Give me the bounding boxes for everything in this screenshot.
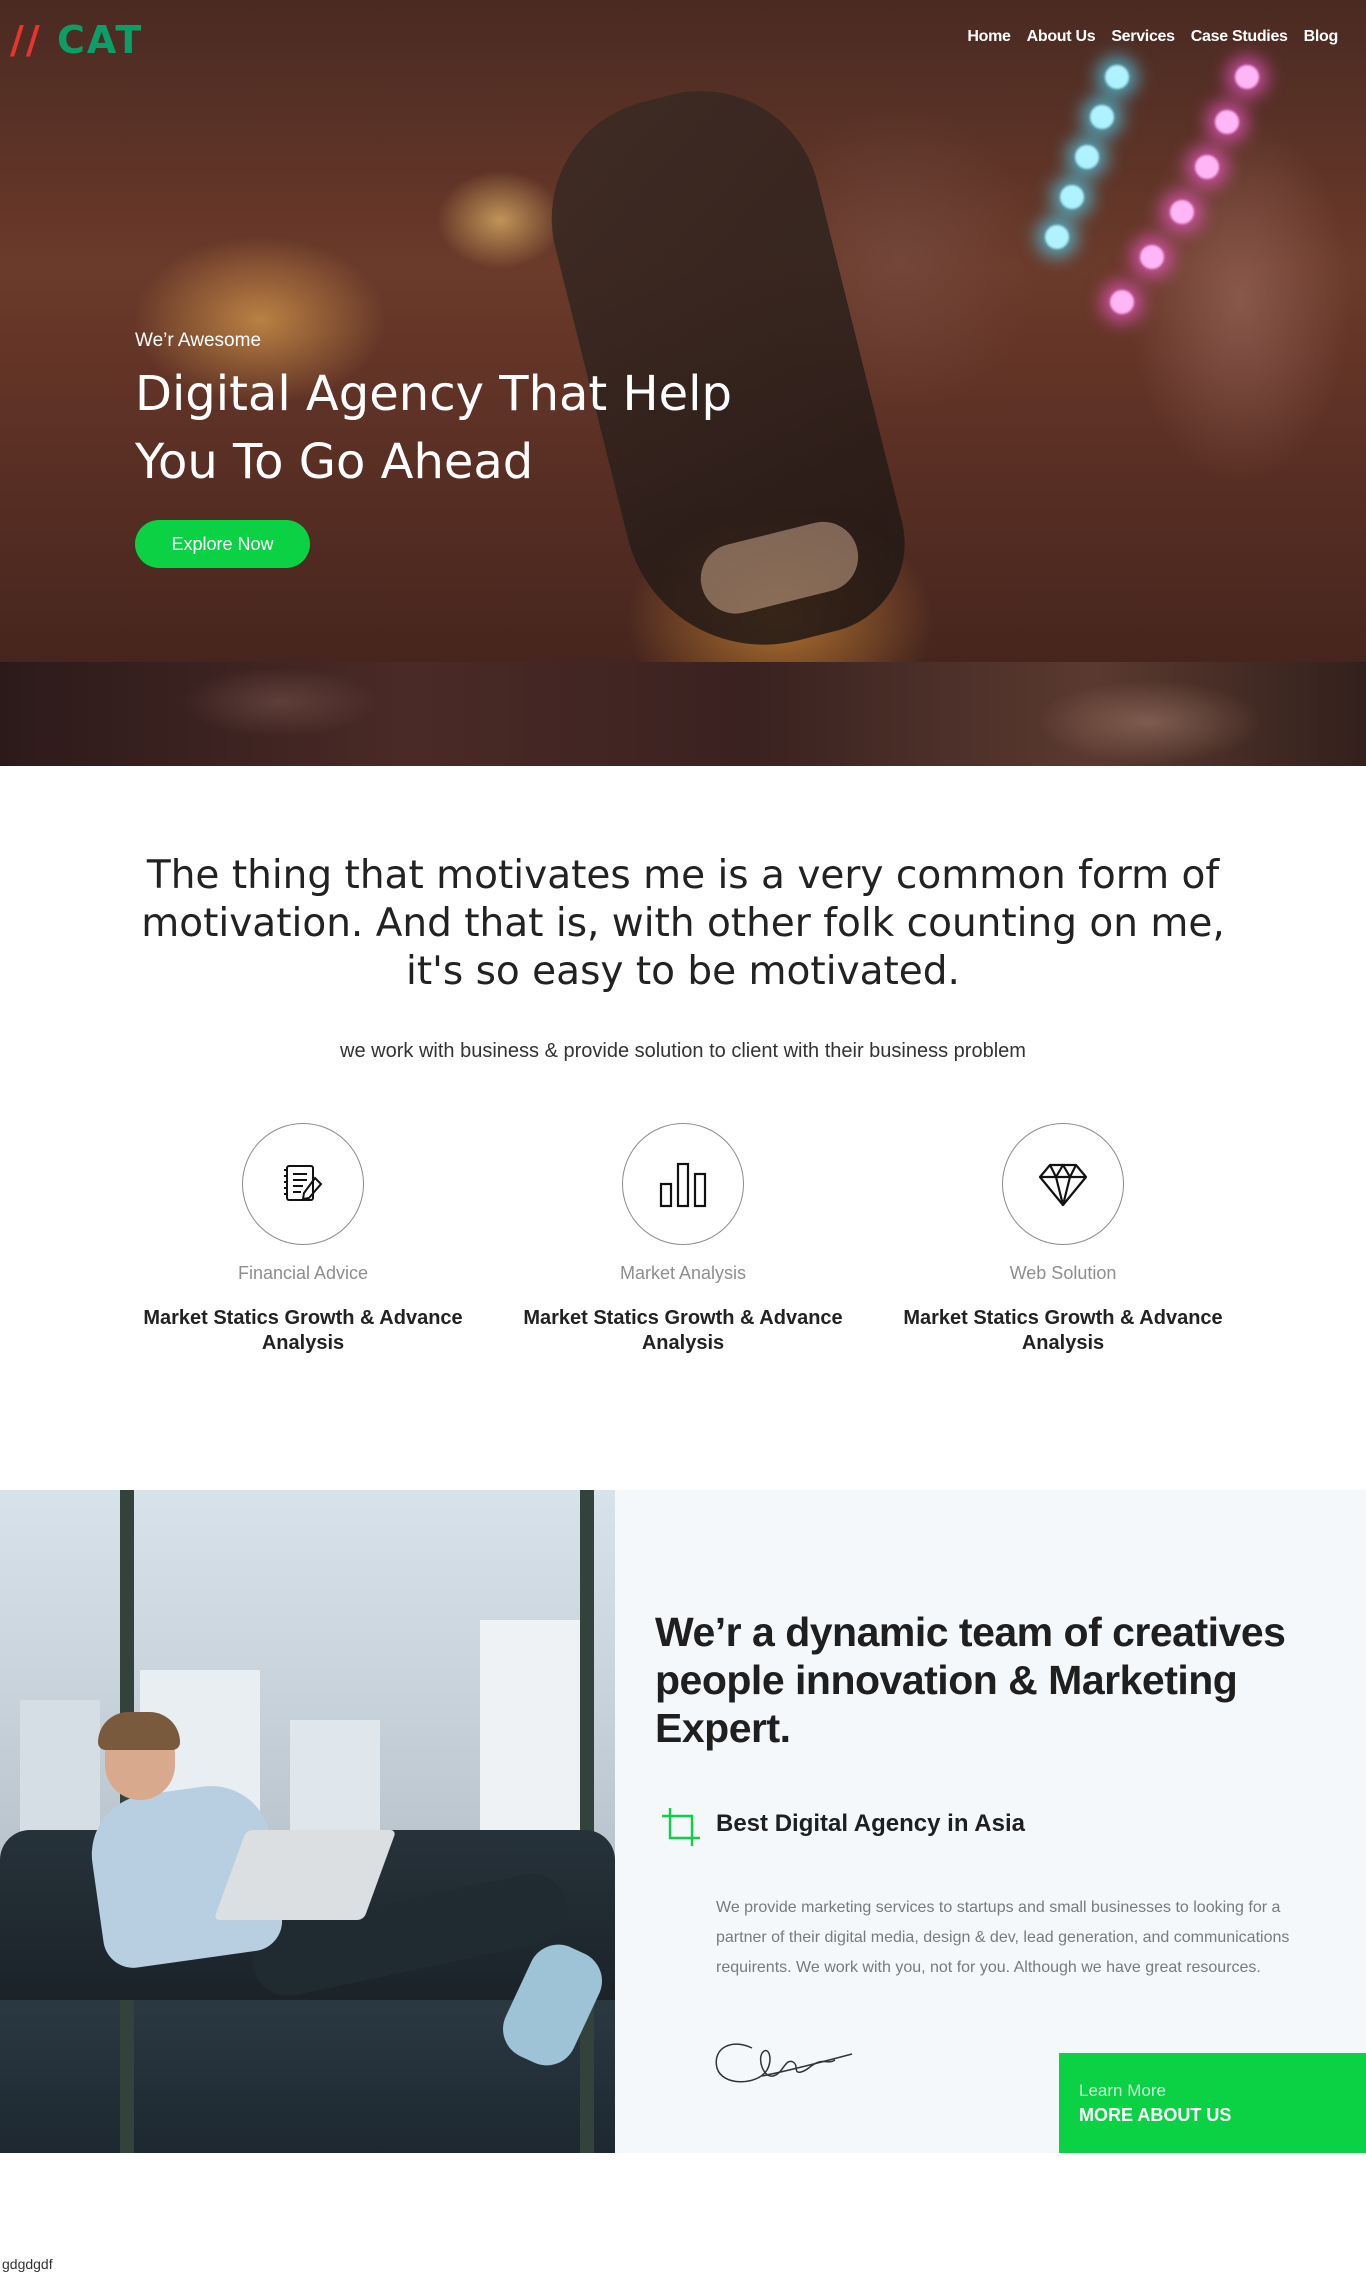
nav-blog[interactable]: Blog	[1304, 28, 1339, 46]
signature	[715, 2043, 853, 2083]
main-nav: Home About Us Services Case Studies Blog	[967, 28, 1338, 46]
person-hair	[98, 1712, 180, 1750]
hero-section: // CAT Home About Us Services Case Studi…	[0, 0, 1366, 766]
hero-light-cyan-5	[1045, 225, 1069, 249]
hero-light-magenta-1	[1235, 65, 1259, 89]
city-building	[20, 1700, 100, 1850]
window-frame	[580, 1490, 594, 2153]
feature-label: Market Analysis	[619, 1263, 747, 1283]
nav-about-us[interactable]: About Us	[1027, 28, 1096, 46]
hero-light-magenta-3	[1195, 155, 1219, 179]
about-heading: We’r a dynamic team of creatives people …	[655, 1609, 1286, 1751]
more-about-us-button[interactable]: Learn More MORE ABOUT US	[1059, 2053, 1366, 2153]
explore-now-button[interactable]: Explore Now	[135, 520, 310, 568]
footer-note: gdgdgdf	[2, 2256, 53, 2272]
feature-financial-advice: Financial Advice Market Statics Growth &…	[123, 1123, 483, 1356]
logo-slash: //	[10, 18, 42, 62]
feature-web-solution: Web Solution Market Statics Growth & Adv…	[883, 1123, 1243, 1356]
hero-title: Digital Agency That Help You To Go Ahead	[135, 360, 835, 496]
notebook-icon	[284, 1165, 323, 1201]
feature-market-analysis: Market Analysis Market Statics Growth & …	[503, 1123, 863, 1356]
hero-light-magenta-5	[1140, 245, 1164, 269]
about-subheading: Best Digital Agency in Asia	[716, 1810, 1025, 1837]
cta-big-label: MORE ABOUT US	[1079, 2105, 1232, 2125]
hero-light-cyan-2	[1090, 105, 1114, 129]
nav-home[interactable]: Home	[967, 28, 1011, 46]
feature-icon-circle	[242, 1123, 364, 1245]
hero-light-cyan-4	[1060, 185, 1084, 209]
hero-light-magenta-6	[1110, 290, 1134, 314]
feature-icon-circle	[622, 1123, 744, 1245]
hero-lower-strip	[0, 662, 1366, 766]
logo[interactable]: // CAT	[10, 18, 143, 62]
hero-kicker: We’r Awesome	[135, 330, 262, 351]
feature-label: Financial Advice	[237, 1263, 369, 1283]
hero-title-line2: You To Go Ahead	[135, 434, 534, 490]
crop-icon	[662, 1808, 700, 1846]
feature-title: Market Statics Growth & Advance Analysis	[523, 1307, 843, 1354]
feature-title: Market Statics Growth & Advance Analysis	[903, 1307, 1223, 1354]
hero-light-magenta-4	[1170, 200, 1194, 224]
feature-title: Market Statics Growth & Advance Analysis	[143, 1307, 463, 1354]
hero-light-cyan-3	[1075, 145, 1099, 169]
bar-chart-icon	[659, 1162, 707, 1208]
hero-title-line1: Digital Agency That Help	[135, 366, 732, 422]
hero-light-cyan-1	[1105, 65, 1129, 89]
feature-icon-circle	[1002, 1123, 1124, 1245]
logo-name: CAT	[57, 18, 144, 62]
nav-case-studies[interactable]: Case Studies	[1191, 28, 1288, 46]
nav-services[interactable]: Services	[1111, 28, 1175, 46]
hero-light-magenta-2	[1215, 110, 1239, 134]
motivation-subline: we work with business & provide solution…	[340, 1040, 1026, 1062]
feature-label: Web Solution	[1009, 1263, 1117, 1283]
motivation-quote: The thing that motivates me is a very co…	[141, 853, 1225, 994]
cta-small-label: Learn More	[1079, 2081, 1166, 2100]
about-text: We provide marketing services to startup…	[716, 1899, 1290, 1976]
diamond-icon	[1038, 1163, 1088, 1207]
